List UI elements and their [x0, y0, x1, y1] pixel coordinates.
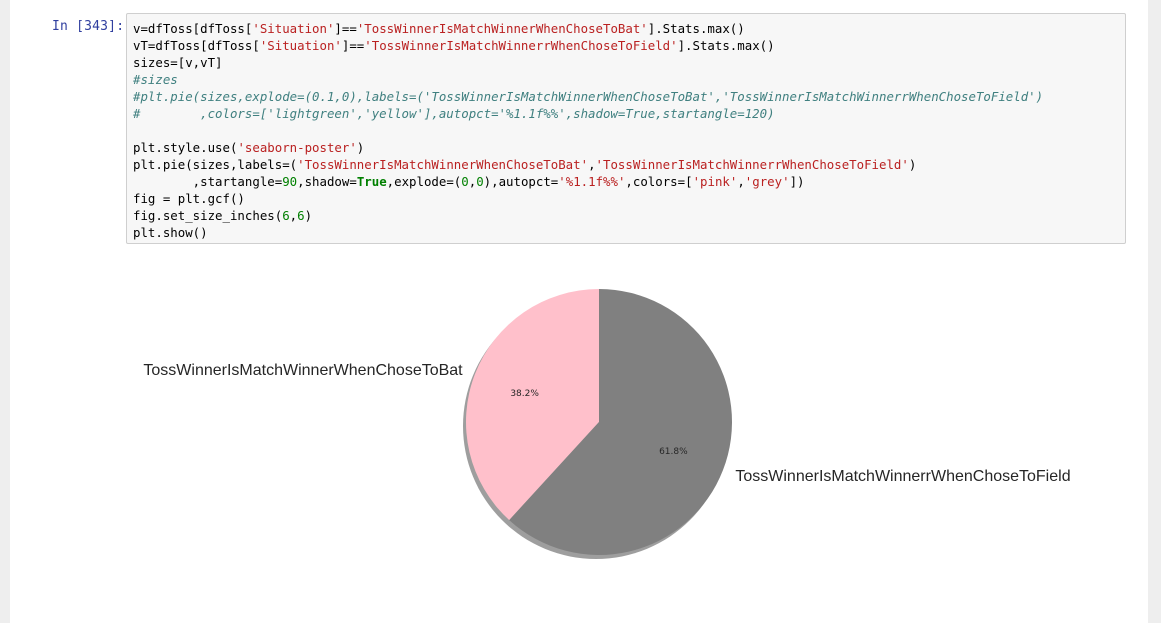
code-line: plt.pie(sizes,labels=('TossWinnerIsMatch… [133, 156, 1043, 173]
code-line: #sizes [133, 71, 1043, 88]
code-token: plt.style.use( [133, 140, 238, 155]
code-token: ,startangle= [133, 174, 283, 189]
code-token: ]) [789, 174, 805, 189]
pie-percent-label: 61.8% [659, 447, 688, 457]
code-token: 'TossWinnerIsMatchWinnerrWhenChoseToFiel… [595, 157, 909, 172]
code-token: plt.pie(sizes,labels=( [133, 157, 298, 172]
code-line: v=dfToss[dfToss['Situation']=='TossWinne… [133, 20, 1043, 37]
code-token: #plt.pie(sizes,explode=(0.1,0),labels=('… [133, 89, 1044, 104]
code-token: 0 [476, 174, 484, 189]
code-token: ,explode=( [386, 174, 462, 189]
pie-category-label: TossWinnerIsMatchWinnerWhenChoseToBat [143, 362, 463, 379]
code-token: 90 [282, 174, 298, 189]
code-token: ].Stats.max() [647, 21, 745, 36]
code-line: fig.set_size_inches(6,6) [133, 207, 1043, 224]
code-editor[interactable]: v=dfToss[dfToss['Situation']=='TossWinne… [133, 20, 1043, 241]
code-token: sizes=[v,vT] [133, 55, 223, 70]
code-token: 6 [282, 208, 290, 223]
code-line [133, 122, 1043, 139]
code-token: 'Situation' [259, 38, 342, 53]
pie-percent-label: 38.2% [510, 389, 539, 399]
code-token: # ,colors=['lightgreen','yellow'],autopc… [133, 106, 775, 121]
code-token: v=dfToss[dfToss[ [133, 21, 253, 36]
code-token: True [356, 174, 387, 189]
code-token: fig = plt.gcf() [133, 191, 245, 206]
code-token: 0 [461, 174, 469, 189]
code-line: fig = plt.gcf() [133, 190, 1043, 207]
code-cell-input[interactable]: v=dfToss[dfToss['Situation']=='TossWinne… [126, 13, 1126, 244]
code-token: 'grey' [744, 174, 790, 189]
code-token: plt.show() [133, 225, 208, 240]
code-token: 'TossWinnerIsMatchWinnerWhenChoseToBat' [356, 21, 648, 36]
cell-prompt: In [343]: [52, 19, 125, 34]
code-token: 'Situation' [252, 21, 335, 36]
code-token: 'seaborn-poster' [237, 140, 357, 155]
code-line: plt.show() [133, 224, 1043, 241]
code-line: vT=dfToss[dfToss['Situation']=='TossWinn… [133, 37, 1043, 54]
code-line: plt.style.use('seaborn-poster') [133, 139, 1043, 156]
code-token: 'pink' [692, 174, 738, 189]
code-line: ,startangle=90,shadow=True,explode=(0,0)… [133, 173, 1043, 190]
code-token: ) [304, 208, 313, 223]
code-token: ),autopct= [483, 174, 559, 189]
code-token: ]== [334, 21, 357, 36]
code-token: fig.set_size_inches( [133, 208, 283, 223]
code-token: ].Stats.max() [677, 38, 775, 53]
code-token: , [588, 157, 596, 172]
code-token: , [737, 174, 745, 189]
code-token: ,colors=[ [625, 174, 693, 189]
code-token: '%1.1f%%' [558, 174, 626, 189]
code-token: ) [356, 140, 365, 155]
pie-chart: 38.2% TossWinnerIsMatchWinnerWhenChoseToB… [143, 289, 1071, 559]
code-token: ]== [341, 38, 365, 53]
code-line: #plt.pie(sizes,explode=(0.1,0),labels=('… [133, 88, 1043, 105]
code-line: sizes=[v,vT] [133, 54, 1043, 71]
code-token: ) [908, 157, 917, 172]
code-token: ,shadow= [297, 174, 357, 189]
code-token: 6 [297, 208, 305, 223]
code-token: 'TossWinnerIsMatchWinnerWhenChoseToBat' [297, 157, 589, 172]
pie-category-label: TossWinnerIsMatchWinnerrWhenChoseToField [735, 468, 1070, 485]
code-line: # ,colors=['lightgreen','yellow'],autopc… [133, 105, 1043, 122]
code-token: #sizes [133, 72, 178, 87]
cell-output: 38.2% TossWinnerIsMatchWinnerWhenChoseToB… [126, 250, 1126, 623]
code-token: vT=dfToss[dfToss[ [133, 38, 260, 53]
code-token: 'TossWinnerIsMatchWinnerrWhenChoseToFiel… [364, 38, 678, 53]
